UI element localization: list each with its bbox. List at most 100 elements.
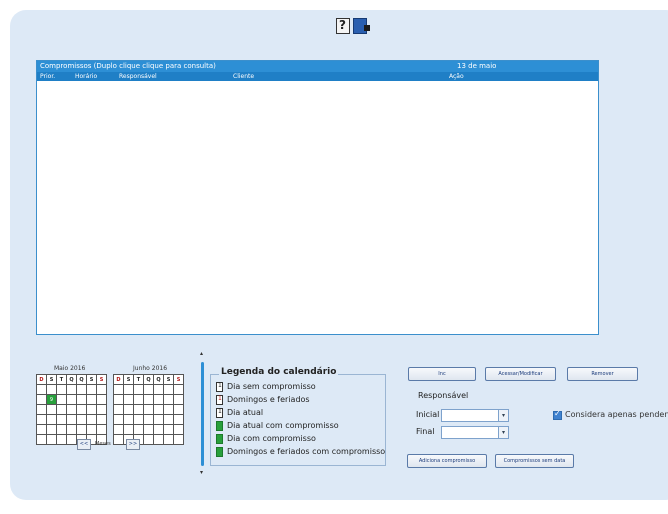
day-cell[interactable] xyxy=(123,424,134,435)
day-cell[interactable] xyxy=(86,414,97,425)
column-header-action[interactable]: Ação xyxy=(449,72,464,81)
legend-scrollbar[interactable]: ▴ ▾ xyxy=(200,350,206,478)
day-cell[interactable] xyxy=(173,394,184,405)
day-cell[interactable] xyxy=(113,404,124,415)
day-cell[interactable] xyxy=(163,384,174,395)
access-modify-button[interactable]: Acessar/Modificar xyxy=(485,367,556,381)
prev-month-button[interactable]: << xyxy=(77,439,91,450)
day-cell[interactable] xyxy=(46,424,57,435)
day-cell[interactable] xyxy=(36,404,47,415)
day-cell[interactable] xyxy=(143,414,154,425)
day-cell[interactable] xyxy=(153,404,164,415)
day-cell[interactable] xyxy=(76,384,87,395)
day-cell[interactable] xyxy=(143,384,154,395)
day-cell[interactable] xyxy=(66,424,77,435)
day-cell[interactable] xyxy=(76,394,87,405)
day-cell[interactable] xyxy=(163,394,174,405)
day-cell[interactable] xyxy=(76,424,87,435)
day-cell[interactable] xyxy=(66,394,77,405)
day-cell[interactable] xyxy=(66,384,77,395)
column-header-client[interactable]: Cliente xyxy=(233,72,254,81)
help-icon[interactable] xyxy=(336,18,350,34)
day-cell[interactable] xyxy=(76,404,87,415)
day-cell[interactable] xyxy=(133,404,144,415)
include-button[interactable]: Inc xyxy=(408,367,476,381)
day-cell[interactable] xyxy=(86,384,97,395)
final-select[interactable]: ▾ xyxy=(441,426,509,439)
day-cell[interactable] xyxy=(153,424,164,435)
day-cell[interactable] xyxy=(46,404,57,415)
day-cell[interactable] xyxy=(66,404,77,415)
day-cell-today[interactable]: 9 xyxy=(46,394,57,405)
day-cell[interactable] xyxy=(113,384,124,395)
day-cell[interactable] xyxy=(96,384,107,395)
day-cell[interactable] xyxy=(113,414,124,425)
day-cell[interactable] xyxy=(163,424,174,435)
day-cell[interactable] xyxy=(133,394,144,405)
day-cell[interactable] xyxy=(46,384,57,395)
day-cell[interactable] xyxy=(96,424,107,435)
scroll-down-icon[interactable]: ▾ xyxy=(200,469,203,476)
day-cell[interactable] xyxy=(113,424,124,435)
day-cell[interactable] xyxy=(36,394,47,405)
day-cell[interactable] xyxy=(86,404,97,415)
initial-select[interactable]: ▾ xyxy=(441,409,509,422)
day-cell[interactable] xyxy=(163,404,174,415)
day-cell[interactable] xyxy=(36,434,47,445)
day-cell[interactable] xyxy=(36,424,47,435)
day-cell[interactable] xyxy=(36,414,47,425)
column-header-priority[interactable]: Prior. xyxy=(40,72,55,81)
day-cell[interactable] xyxy=(143,434,154,445)
day-cell[interactable] xyxy=(76,414,87,425)
day-cell[interactable] xyxy=(86,394,97,405)
chevron-down-icon[interactable]: ▾ xyxy=(498,410,508,421)
remove-button[interactable]: Remover xyxy=(567,367,638,381)
day-cell[interactable] xyxy=(173,384,184,395)
day-cell[interactable] xyxy=(46,414,57,425)
day-cell[interactable] xyxy=(123,384,134,395)
day-cell[interactable] xyxy=(56,394,67,405)
day-cell[interactable] xyxy=(153,384,164,395)
day-cell[interactable] xyxy=(123,394,134,405)
exit-icon[interactable] xyxy=(353,18,370,34)
scroll-thumb[interactable] xyxy=(201,362,204,466)
day-cell[interactable] xyxy=(133,414,144,425)
add-appointment-button[interactable]: Adiciona compromisso xyxy=(407,454,487,468)
day-cell[interactable] xyxy=(36,384,47,395)
day-cell[interactable] xyxy=(56,404,67,415)
day-cell[interactable] xyxy=(56,384,67,395)
day-cell[interactable] xyxy=(56,414,67,425)
next-month-button[interactable]: >> xyxy=(126,439,140,450)
day-cell[interactable] xyxy=(123,404,134,415)
day-cell[interactable] xyxy=(113,434,124,445)
day-cell[interactable] xyxy=(86,424,97,435)
day-cell[interactable] xyxy=(153,434,164,445)
day-cell[interactable] xyxy=(56,434,67,445)
day-cell[interactable] xyxy=(133,384,144,395)
day-cell[interactable] xyxy=(153,394,164,405)
day-cell[interactable] xyxy=(133,424,144,435)
day-cell[interactable] xyxy=(173,424,184,435)
day-cell[interactable] xyxy=(163,414,174,425)
scroll-up-icon[interactable]: ▴ xyxy=(200,350,203,357)
day-cell[interactable] xyxy=(173,434,184,445)
day-cell[interactable] xyxy=(153,414,164,425)
day-cell[interactable] xyxy=(143,394,154,405)
day-cell[interactable] xyxy=(123,414,134,425)
day-cell[interactable] xyxy=(113,394,124,405)
day-cell[interactable] xyxy=(56,424,67,435)
day-cell[interactable] xyxy=(163,434,174,445)
day-cell[interactable] xyxy=(96,414,107,425)
day-cell[interactable] xyxy=(173,404,184,415)
day-cell[interactable] xyxy=(143,404,154,415)
pending-only-checkbox[interactable] xyxy=(553,409,562,420)
undated-appointments-button[interactable]: Compromissos sem data xyxy=(495,454,574,468)
day-cell[interactable] xyxy=(66,414,77,425)
day-cell[interactable] xyxy=(96,404,107,415)
appointments-grid[interactable]: Compromissos (Duplo clique clique para c… xyxy=(36,60,599,335)
day-cell[interactable] xyxy=(96,394,107,405)
day-cell[interactable] xyxy=(46,434,57,445)
day-cell[interactable] xyxy=(143,424,154,435)
chevron-down-icon[interactable]: ▾ xyxy=(498,427,508,438)
column-header-responsible[interactable]: Responsável xyxy=(119,72,157,81)
